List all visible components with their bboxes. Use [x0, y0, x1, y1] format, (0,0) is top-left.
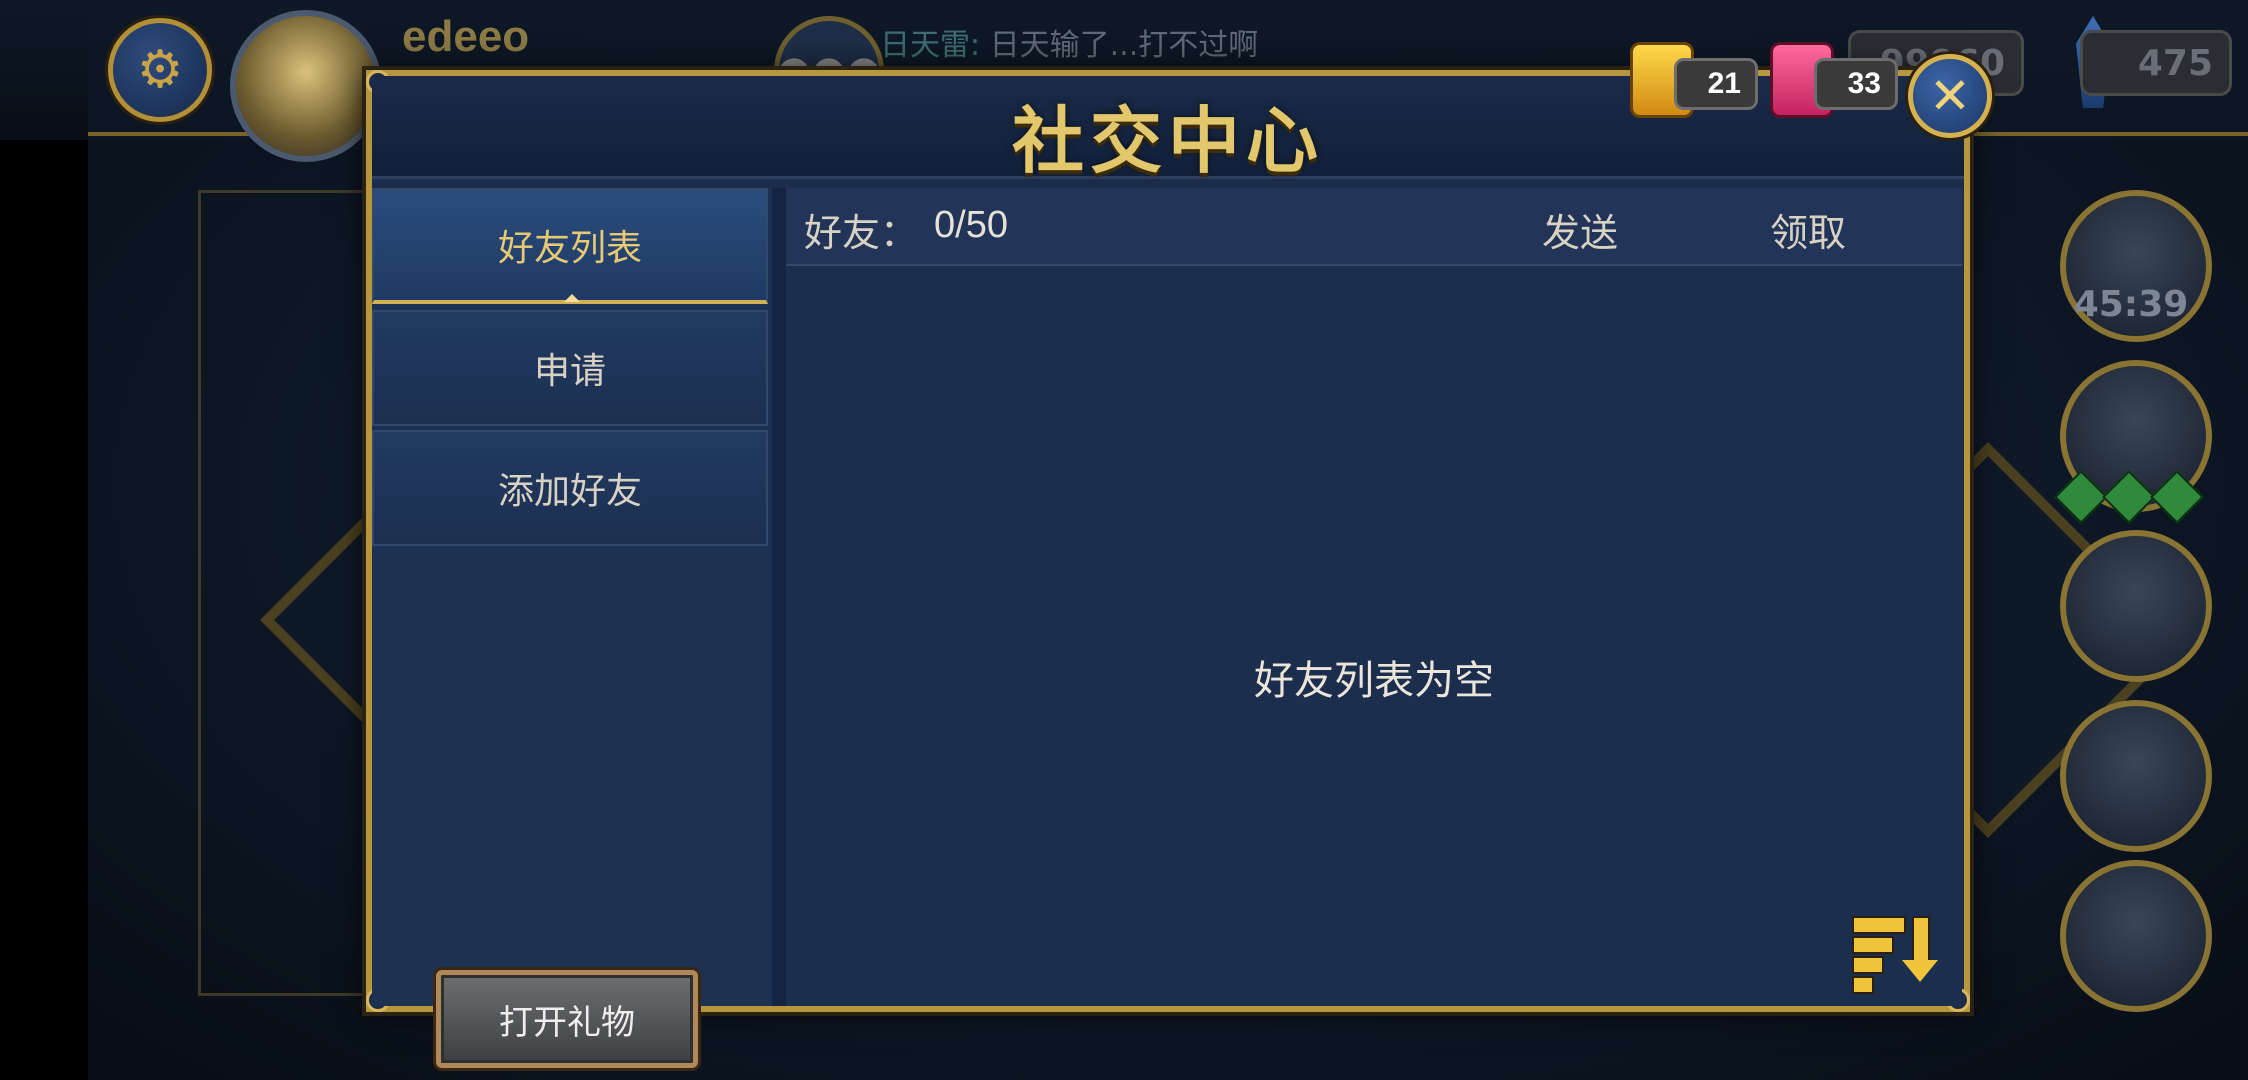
- tab-label: 好友列表: [497, 228, 642, 269]
- active-tab-indicator: [564, 294, 580, 302]
- vault-bubble-icon[interactable]: [2060, 700, 2212, 852]
- empty-list-message: 好友列表为空: [1254, 658, 1494, 704]
- tab-label: 申请: [533, 351, 606, 392]
- settings-gear-icon[interactable]: ⚙: [108, 18, 212, 122]
- panel-divider: [772, 188, 786, 1006]
- social-tabs: 好友列表 申请 添加好友 打开礼物: [372, 188, 772, 1068]
- receive-column-header: 领取: [1770, 211, 1847, 255]
- chat-preview[interactable]: 日天雷: 日天输了...打不过啊: [880, 20, 1258, 64]
- sort-descending-icon[interactable]: [1852, 910, 1948, 994]
- character-bubble-icon[interactable]: [2060, 530, 2212, 682]
- player-username: edeeo: [402, 12, 530, 61]
- open-gift-button[interactable]: 打开礼物: [436, 970, 698, 1068]
- close-icon[interactable]: ✕: [1908, 54, 1992, 138]
- chat-speaker: 日天雷:: [880, 28, 981, 63]
- gold-gift-count: 21: [1674, 58, 1758, 110]
- tab-requests[interactable]: 申请: [372, 310, 768, 426]
- quest-checkmarks: [2054, 470, 2204, 524]
- tab-label: 添加好友: [497, 471, 642, 512]
- friend-list-header: 好友： 0/50 发送 领取: [786, 188, 1962, 266]
- event-timer: 45:39: [2073, 284, 2189, 325]
- chat-message: 日天输了...打不过啊: [980, 28, 1259, 63]
- social-center-dialog: 社交中心 好友列表 申请 添加好友 打开礼物 好友： 0/50 发送 领取 好友…: [366, 70, 1970, 1068]
- gem-balance: 475: [2080, 30, 2232, 96]
- send-column-header: 发送: [1542, 211, 1619, 255]
- friends-label: 好友：: [804, 211, 919, 255]
- tab-friend-list[interactable]: 好友列表: [372, 188, 768, 304]
- pink-gift-count: 33: [1814, 58, 1898, 110]
- friends-count: 0/50: [934, 204, 1008, 246]
- pink-gift-counter: 33: [1770, 42, 1900, 118]
- gold-gift-counter: 21: [1630, 42, 1760, 118]
- bag-bubble-icon[interactable]: [2060, 860, 2212, 1012]
- friend-list-panel: 好友： 0/50 发送 领取 好友列表为空: [786, 188, 1962, 1006]
- player-avatar[interactable]: [230, 10, 382, 162]
- tab-add-friend[interactable]: 添加好友: [372, 430, 768, 546]
